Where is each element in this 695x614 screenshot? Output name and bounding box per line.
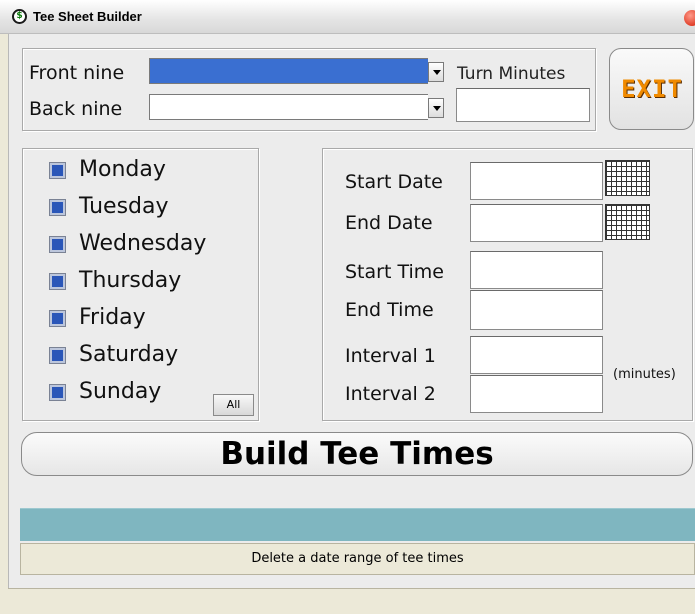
turn-minutes-input[interactable] bbox=[456, 88, 590, 122]
day-checkbox-friday[interactable] bbox=[50, 311, 65, 326]
status-bar bbox=[8, 588, 695, 614]
minutes-note: (minutes) bbox=[613, 367, 676, 382]
start-time-input[interactable] bbox=[470, 251, 603, 289]
delete-date-range-button[interactable]: Delete a date range of tee times bbox=[20, 543, 695, 575]
start-date-calendar-icon[interactable] bbox=[605, 160, 650, 196]
day-checkbox-sunday[interactable] bbox=[50, 385, 65, 400]
day-checkbox-saturday[interactable] bbox=[50, 348, 65, 363]
back-nine-select[interactable] bbox=[149, 94, 428, 120]
front-nine-label: Front nine bbox=[29, 62, 125, 84]
start-date-input[interactable] bbox=[470, 162, 603, 200]
day-checkbox-monday[interactable] bbox=[50, 163, 65, 178]
end-time-label: End Time bbox=[345, 299, 434, 321]
exit-label: EXIT bbox=[621, 75, 683, 103]
turn-minutes-label: Turn Minutes bbox=[457, 64, 566, 84]
day-checkbox-tuesday[interactable] bbox=[50, 200, 65, 215]
front-nine-dropdown-icon[interactable] bbox=[428, 62, 444, 82]
day-label-wednesday: Wednesday bbox=[79, 231, 207, 256]
interval-2-label: Interval 2 bbox=[345, 383, 436, 405]
day-label-thursday: Thursday bbox=[79, 268, 182, 293]
exit-button[interactable]: EXIT bbox=[609, 48, 694, 130]
day-label-sunday: Sunday bbox=[79, 379, 162, 404]
app-icon: $ bbox=[12, 9, 27, 24]
build-tee-times-button[interactable]: Build Tee Times bbox=[21, 432, 693, 476]
end-date-input[interactable] bbox=[470, 204, 603, 242]
day-label-saturday: Saturday bbox=[79, 342, 179, 367]
back-nine-label: Back nine bbox=[29, 98, 123, 120]
day-label-tuesday: Tuesday bbox=[79, 194, 169, 219]
start-date-label: Start Date bbox=[345, 171, 443, 193]
close-icon[interactable] bbox=[684, 10, 695, 26]
day-checkbox-wednesday[interactable] bbox=[50, 237, 65, 252]
interval-1-input[interactable] bbox=[470, 336, 603, 374]
day-checkbox-thursday[interactable] bbox=[50, 274, 65, 289]
window-title: Tee Sheet Builder bbox=[33, 9, 142, 24]
progress-bar bbox=[20, 508, 695, 541]
back-nine-dropdown-icon[interactable] bbox=[428, 98, 444, 118]
interval-2-input[interactable] bbox=[470, 375, 603, 413]
end-time-input[interactable] bbox=[470, 290, 603, 330]
day-label-friday: Friday bbox=[79, 305, 146, 330]
end-date-calendar-icon[interactable] bbox=[605, 204, 650, 240]
select-all-days-button[interactable]: All bbox=[213, 394, 254, 416]
day-label-monday: Monday bbox=[79, 157, 166, 182]
interval-1-label: Interval 1 bbox=[345, 345, 436, 367]
front-nine-select[interactable] bbox=[149, 58, 428, 84]
end-date-label: End Date bbox=[345, 212, 433, 234]
start-time-label: Start Time bbox=[345, 261, 444, 283]
